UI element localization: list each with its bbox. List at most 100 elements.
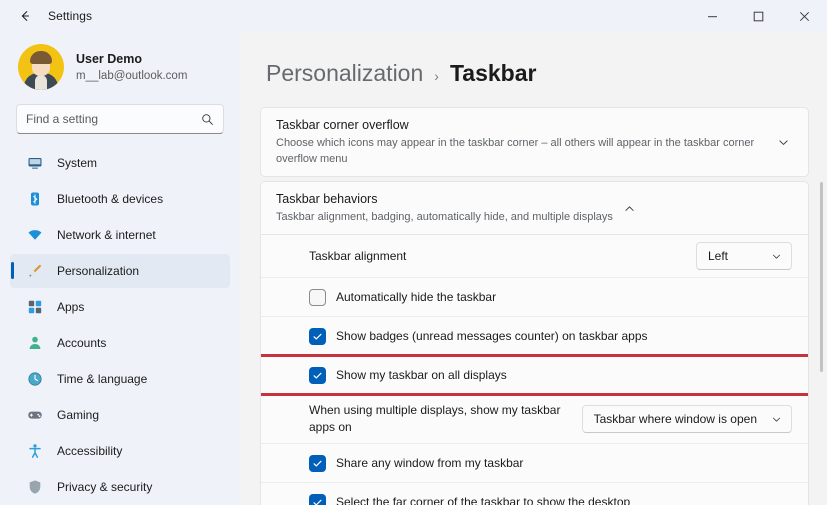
sidebar-item-accessibility[interactable]: Accessibility — [10, 434, 230, 468]
paintbrush-icon — [26, 262, 44, 280]
accessibility-icon — [26, 442, 44, 460]
card-subtitle: Taskbar alignment, badging, automaticall… — [276, 209, 613, 225]
card-body: Taskbar alignment Left — [260, 235, 809, 505]
sidebar-item-label: Gaming — [57, 408, 99, 422]
row-label: Share any window from my taskbar — [336, 456, 523, 470]
minimize-button[interactable] — [689, 0, 735, 32]
sidebar-item-gaming[interactable]: Gaming — [10, 398, 230, 432]
shield-icon — [26, 478, 44, 496]
search-input[interactable] — [26, 112, 201, 126]
gamepad-icon — [26, 406, 44, 424]
wifi-icon — [26, 226, 44, 244]
close-button[interactable] — [781, 0, 827, 32]
account-email: m__lab@outlook.com — [76, 68, 187, 84]
sidebar-item-bluetooth-devices[interactable]: Bluetooth & devices — [10, 182, 230, 216]
search-wrapper — [10, 100, 230, 144]
row-show-badges[interactable]: Show badges (unread messages counter) on… — [261, 316, 808, 355]
person-icon — [26, 334, 44, 352]
account-block[interactable]: User Demo m__lab@outlook.com — [10, 32, 230, 100]
row-label: Automatically hide the taskbar — [336, 290, 496, 304]
row-select-far-corner[interactable]: Select the far corner of the taskbar to … — [261, 482, 808, 505]
maximize-icon — [753, 11, 764, 22]
checkbox-share-any-window[interactable] — [309, 455, 326, 472]
sidebar-item-label: System — [57, 156, 97, 170]
avatar — [18, 44, 64, 90]
dropdown-value: Left — [708, 249, 728, 263]
chevron-up-icon[interactable] — [623, 202, 638, 215]
settings-window: Settings — [0, 0, 827, 505]
row-automatically-hide-taskbar[interactable]: Automatically hide the taskbar — [261, 277, 808, 316]
check-icon — [312, 458, 323, 469]
row-show-taskbar-all-displays[interactable]: Show my taskbar on all displays — [261, 355, 808, 394]
chevron-down-icon — [771, 414, 782, 425]
back-button[interactable] — [10, 1, 40, 31]
account-name: User Demo — [76, 51, 187, 67]
sidebar-item-accounts[interactable]: Accounts — [10, 326, 230, 360]
window-controls — [689, 0, 827, 32]
sidebar-item-privacy-security[interactable]: Privacy & security — [10, 470, 230, 504]
search-box[interactable] — [16, 104, 224, 134]
sidebar: User Demo m__lab@outlook.com — [0, 32, 240, 505]
row-multiple-displays-apps: When using multiple displays, show my ta… — [261, 394, 808, 443]
card-header[interactable]: Taskbar corner overflow Choose which ico… — [261, 108, 808, 176]
content-scrollbar[interactable] — [820, 182, 823, 372]
window-body: User Demo m__lab@outlook.com — [0, 32, 827, 505]
back-arrow-icon — [18, 9, 32, 23]
apps-icon — [26, 298, 44, 316]
maximize-button[interactable] — [735, 0, 781, 32]
row-label: When using multiple displays, show my ta… — [309, 402, 572, 436]
checkbox-automatically-hide-taskbar[interactable] — [309, 289, 326, 306]
monitor-icon — [26, 154, 44, 172]
checkbox-select-far-corner[interactable] — [309, 494, 326, 505]
sidebar-item-label: Time & language — [57, 372, 147, 386]
check-icon — [312, 497, 323, 505]
card-taskbar-corner-overflow[interactable]: Taskbar corner overflow Choose which ico… — [260, 107, 809, 177]
content-pane: Personalization › Taskbar Taskbar corner… — [240, 32, 827, 505]
app-title: Settings — [48, 9, 92, 23]
row-taskbar-alignment: Taskbar alignment Left — [261, 235, 808, 277]
sidebar-item-label: Accounts — [57, 336, 106, 350]
breadcrumb: Personalization › Taskbar — [266, 32, 809, 107]
sidebar-item-personalization[interactable]: Personalization — [10, 254, 230, 288]
minimize-icon — [707, 11, 718, 22]
sidebar-item-label: Apps — [57, 300, 84, 314]
row-label: Select the far corner of the taskbar to … — [336, 495, 630, 505]
taskbar-alignment-dropdown[interactable]: Left — [696, 242, 792, 270]
chevron-down-icon — [771, 251, 782, 262]
settings-cards: Taskbar corner overflow Choose which ico… — [260, 107, 809, 505]
sidebar-item-network-internet[interactable]: Network & internet — [10, 218, 230, 252]
page-title: Taskbar — [450, 60, 537, 87]
row-label: Taskbar alignment — [309, 248, 686, 265]
check-icon — [312, 331, 323, 342]
close-icon — [799, 11, 810, 22]
multiple-displays-dropdown[interactable]: Taskbar where window is open — [582, 405, 792, 433]
sidebar-nav: System Bluetooth & devices — [10, 146, 230, 505]
card-title: Taskbar behaviors — [276, 191, 613, 208]
bluetooth-icon — [26, 190, 44, 208]
title-bar: Settings — [0, 0, 827, 32]
card-title: Taskbar corner overflow — [276, 117, 767, 134]
search-icon — [201, 113, 214, 126]
sidebar-item-label: Personalization — [57, 264, 139, 278]
clock-globe-icon — [26, 370, 44, 388]
card-subtitle: Choose which icons may appear in the tas… — [276, 135, 767, 167]
dropdown-value: Taskbar where window is open — [594, 412, 757, 426]
row-share-any-window[interactable]: Share any window from my taskbar — [261, 443, 808, 482]
sidebar-item-label: Bluetooth & devices — [57, 192, 163, 206]
card-taskbar-behaviors: Taskbar behaviors Taskbar alignment, bad… — [260, 181, 809, 505]
check-icon — [312, 370, 323, 381]
checkbox-show-taskbar-all-displays[interactable] — [309, 367, 326, 384]
sidebar-item-label: Network & internet — [57, 228, 156, 242]
sidebar-item-system[interactable]: System — [10, 146, 230, 180]
breadcrumb-separator-icon: › — [434, 68, 439, 84]
sidebar-item-time-language[interactable]: Time & language — [10, 362, 230, 396]
sidebar-item-label: Accessibility — [57, 444, 122, 458]
sidebar-item-label: Privacy & security — [57, 480, 152, 494]
breadcrumb-parent[interactable]: Personalization — [266, 60, 423, 87]
row-label: Show badges (unread messages counter) on… — [336, 329, 648, 343]
checkbox-show-badges[interactable] — [309, 328, 326, 345]
row-label: Show my taskbar on all displays — [336, 368, 507, 382]
card-header[interactable]: Taskbar behaviors Taskbar alignment, bad… — [260, 181, 809, 235]
chevron-down-icon[interactable] — [777, 136, 792, 149]
sidebar-item-apps[interactable]: Apps — [10, 290, 230, 324]
